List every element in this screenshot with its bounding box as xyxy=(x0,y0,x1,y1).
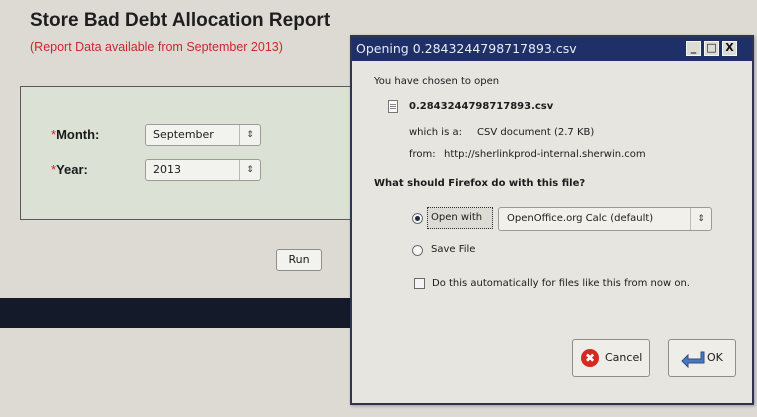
cancel-icon: ✖ xyxy=(581,349,599,367)
document-icon xyxy=(388,100,398,113)
save-file-radio[interactable] xyxy=(412,245,423,256)
open-with-radio[interactable] xyxy=(412,213,423,224)
auto-checkbox[interactable] xyxy=(414,278,425,289)
year-label: *Year: xyxy=(51,162,88,177)
question-text: What should Firefox do with this file? xyxy=(374,178,586,189)
report-subtitle: (Report Data available from September 20… xyxy=(30,40,283,54)
updown-arrows-icon: ⇕ xyxy=(239,160,260,180)
year-select[interactable]: 2013 ⇕ xyxy=(145,159,261,181)
month-value: September xyxy=(153,128,214,141)
application-select[interactable]: OpenOffice.org Calc (default) ⇕ xyxy=(498,207,712,231)
filter-panel: *Month: September ⇕ *Year: 2013 ⇕ xyxy=(20,86,356,220)
month-label: *Month: xyxy=(51,127,99,142)
updown-arrows-icon: ⇕ xyxy=(690,208,711,230)
download-dialog: Opening 0.2843244798717893.csv _ □ X You… xyxy=(350,35,754,405)
month-label-text: Month: xyxy=(56,127,100,142)
cancel-button[interactable]: ✖ Cancel xyxy=(572,339,650,377)
open-with-label-box[interactable]: Open with xyxy=(427,207,493,229)
month-select[interactable]: September ⇕ xyxy=(145,124,261,146)
cancel-label: Cancel xyxy=(605,351,643,364)
footer-bar xyxy=(0,298,350,328)
year-label-text: Year: xyxy=(56,162,88,177)
report-title: Store Bad Debt Allocation Report xyxy=(30,10,331,31)
auto-checkbox-label[interactable]: Do this automatically for files like thi… xyxy=(432,278,690,289)
file-type: CSV document (2.7 KB) xyxy=(477,127,595,138)
ok-button[interactable]: OK xyxy=(668,339,736,377)
source-url: http://sherlinkprod-internal.sherwin.com xyxy=(444,149,646,160)
enter-arrow-icon xyxy=(681,351,705,369)
which-is-label: which is a: xyxy=(409,127,462,138)
save-file-label[interactable]: Save File xyxy=(431,244,475,255)
dialog-title: Opening 0.2843244798717893.csv xyxy=(356,41,577,56)
chosen-text: You have chosen to open xyxy=(374,76,500,87)
application-value: OpenOffice.org Calc (default) xyxy=(507,213,654,224)
run-button[interactable]: Run xyxy=(276,249,322,271)
close-button[interactable]: X xyxy=(722,41,737,56)
maximize-button[interactable]: □ xyxy=(704,41,719,56)
open-with-label: Open with xyxy=(431,212,483,223)
year-value: 2013 xyxy=(153,163,181,176)
file-name: 0.2843244798717893.csv xyxy=(409,101,554,112)
ok-label: OK xyxy=(707,351,723,364)
from-label: from: xyxy=(409,149,436,160)
minimize-button[interactable]: _ xyxy=(686,41,701,56)
updown-arrows-icon: ⇕ xyxy=(239,125,260,145)
